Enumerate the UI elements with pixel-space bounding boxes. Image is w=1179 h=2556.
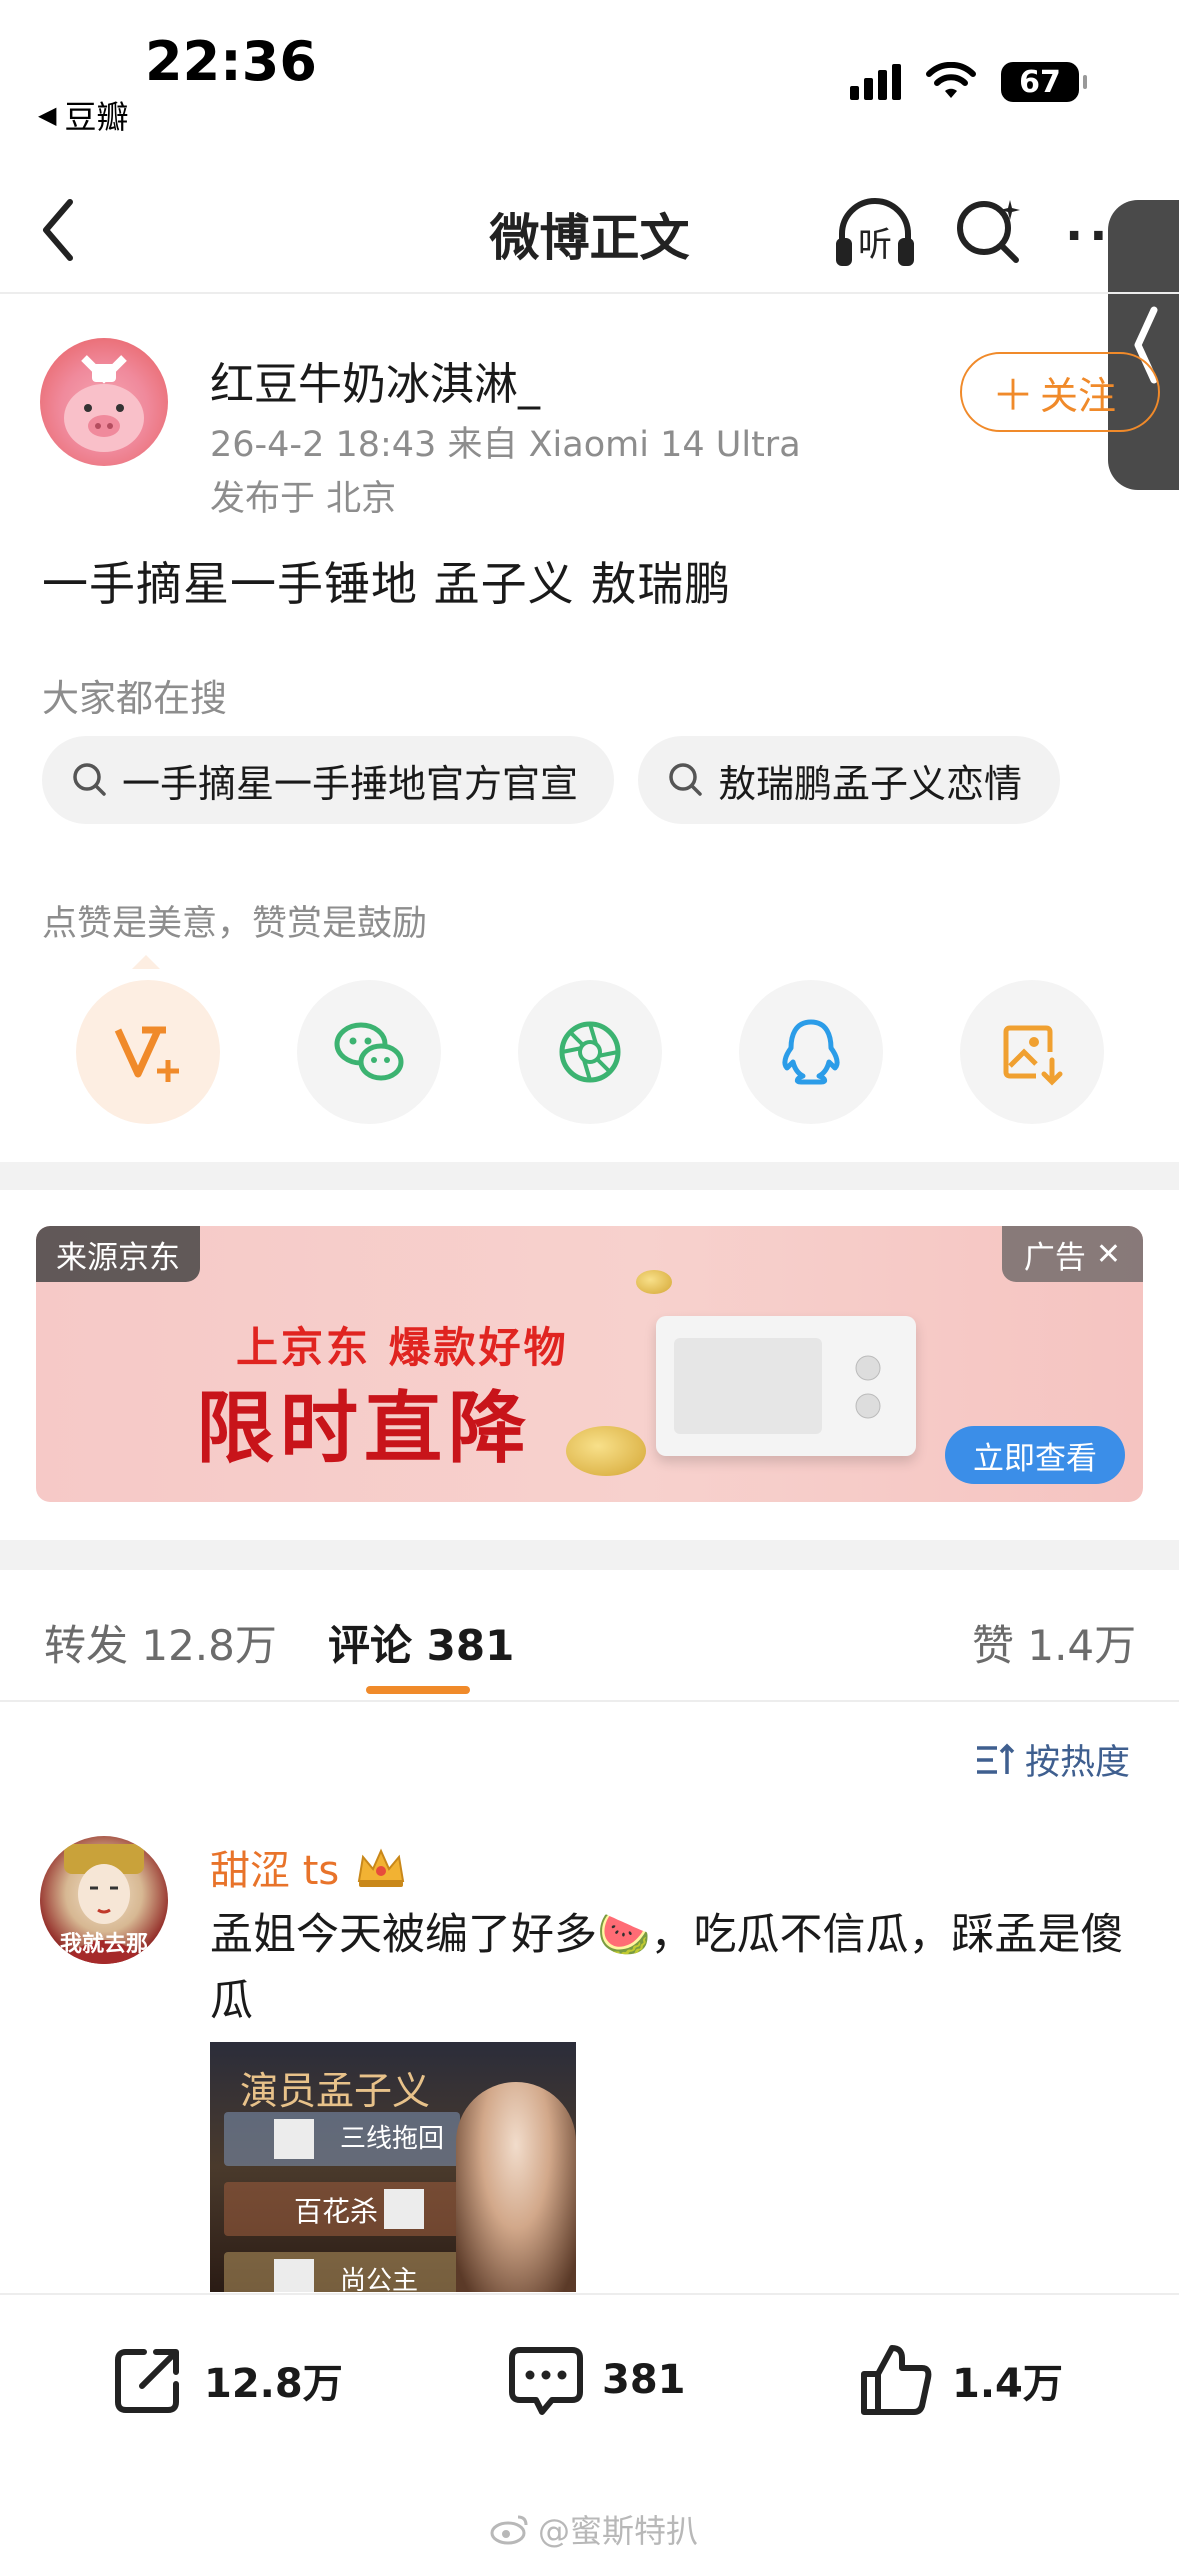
wifi-icon	[926, 62, 976, 98]
reward-v-plus-icon	[114, 1026, 179, 1082]
like-button[interactable]: 1.4万	[856, 2340, 1063, 2420]
repost-button[interactable]: 12.8万	[108, 2340, 343, 2420]
image-drama-strip: 三线拖回	[224, 2112, 460, 2166]
drama-title: 尚公主	[340, 2266, 419, 2292]
close-icon[interactable]: ✕	[1096, 1237, 1121, 1272]
weibo-logo-icon	[490, 2515, 528, 2545]
post-location: 发布于 北京	[210, 479, 397, 519]
comment-text: 孟姐今天被编了好多🍉，吃瓜不信瓜，踩孟是傻瓜	[210, 1910, 1124, 2026]
gold-coin-image	[636, 1270, 672, 1294]
back-triangle-icon: ◀	[38, 101, 57, 129]
reward-label: 点赞是美意，赞赏是鼓励	[42, 904, 428, 944]
tab-divider	[0, 1700, 1179, 1702]
comment-image[interactable]: 演员孟子义 三线拖回 百花杀 尚公主	[210, 2042, 576, 2292]
post-text: 一手摘星一手锤地 孟子义 敖瑞鹏	[42, 557, 732, 611]
reward-button[interactable]	[76, 980, 220, 1124]
active-tab-indicator	[366, 1686, 470, 1694]
wechat-icon	[334, 1022, 404, 1081]
like-count: 1.4万	[952, 2361, 1063, 2407]
chevron-left-icon	[1134, 306, 1158, 384]
share-moments-button[interactable]	[518, 980, 662, 1124]
actress-photo	[456, 2082, 576, 2292]
commenter-name[interactable]: 甜涩 ts	[210, 1838, 409, 1896]
search-icon[interactable]	[950, 190, 1030, 270]
tab-likes[interactable]: 赞 1.4万	[972, 1612, 1136, 1673]
qr-code-image	[274, 2259, 314, 2292]
post-meta: 26-4-2 18:43 来自 Xiaomi 14 Ultra	[210, 425, 801, 465]
battery-icon: 67	[1001, 62, 1087, 102]
comment-count: 381	[602, 2357, 686, 2403]
nav-divider	[0, 292, 1179, 294]
ad-banner[interactable]: 上京东 爆款好物 限时直降 来源京东 广告 ✕ 立即查看	[36, 1226, 1143, 1502]
qr-code-image	[274, 2119, 314, 2159]
section-separator	[0, 1162, 1179, 1190]
headphones-icon: 听	[836, 198, 914, 266]
reward-pointer	[132, 955, 160, 969]
moments-icon	[559, 1021, 621, 1083]
section-separator	[0, 1540, 1179, 1570]
thumbs-up-icon	[861, 2345, 932, 2415]
watermark-text: @蜜斯特扒	[538, 2512, 699, 2550]
sort-by-hot-button[interactable]: 按热度	[975, 1734, 1130, 1785]
image-drama-strip: 尚公主	[224, 2252, 460, 2292]
microwave-control-panel	[840, 1338, 896, 1434]
plus-icon: ＋	[992, 370, 1035, 420]
tab-repost[interactable]: 转发 12.8万	[44, 1612, 277, 1673]
pig-avatar-image	[64, 355, 144, 452]
watermark: @蜜斯特扒	[490, 2506, 698, 2552]
drama-title: 三线拖回	[340, 2124, 445, 2154]
comment-image-title: 演员孟子义	[240, 2069, 431, 2113]
save-image-button[interactable]	[960, 980, 1104, 1124]
share-arrow-icon	[115, 2349, 179, 2413]
ad-main-text: 限时直降	[196, 1384, 533, 1474]
sort-icon	[977, 1743, 1015, 1774]
trending-search-text: 一手摘星一手捶地官方官宣	[122, 761, 579, 806]
gold-coin-image	[566, 1426, 646, 1476]
share-wechat-button[interactable]	[297, 980, 441, 1124]
tab-comments[interactable]: 评论 381	[328, 1612, 514, 1673]
trending-search-text: 敖瑞鹏孟子义恋情	[718, 761, 1023, 806]
listen-button[interactable]: 听	[830, 188, 920, 278]
follow-label: 关注	[1040, 373, 1117, 418]
crown-badge-icon	[358, 1848, 405, 1887]
comment-bubble-icon	[509, 2347, 583, 2415]
microwave-window	[674, 1338, 822, 1434]
search-icon	[73, 763, 106, 796]
side-drawer-handle[interactable]	[1108, 200, 1179, 490]
save-image-icon	[1003, 1025, 1063, 1086]
ad-tag-label: 广告	[1023, 1239, 1086, 1276]
search-icon	[669, 763, 702, 796]
ad-close-tag[interactable]: 广告 ✕	[1001, 1226, 1143, 1282]
trending-search-label: 大家都在搜	[42, 677, 227, 720]
commenter-name-text: 甜涩 ts	[210, 1848, 340, 1894]
share-qq-button[interactable]	[739, 980, 883, 1124]
author-avatar[interactable]	[40, 338, 168, 466]
ad-source-label: 来源京东	[36, 1226, 200, 1282]
status-time: 22:36	[145, 30, 317, 93]
qq-icon	[782, 1019, 840, 1085]
more-options-icon[interactable]: ··	[1065, 208, 1113, 264]
drama-title: 百花杀	[294, 2195, 379, 2228]
microwave-image	[656, 1316, 916, 1456]
comment-button[interactable]: 381	[506, 2340, 686, 2420]
avatar-caption: 我就去那	[59, 1932, 148, 1957]
qr-code-image	[384, 2189, 424, 2229]
cellular-signal-icon	[850, 64, 901, 100]
status-indicators: 67	[850, 62, 1087, 102]
follow-button[interactable]: ＋ 关注	[960, 352, 1160, 432]
listen-label: 听	[858, 225, 892, 265]
repost-count: 12.8万	[204, 2361, 343, 2407]
sort-label: 按热度	[1025, 1743, 1131, 1783]
back-app-label: 豆瓣	[64, 98, 129, 136]
trending-search-chip[interactable]: 敖瑞鹏孟子义恋情	[638, 736, 1060, 824]
commenter-avatar[interactable]: 我就去那	[40, 1836, 168, 1964]
author-name[interactable]: 红豆牛奶冰淇淋_	[210, 348, 540, 412]
back-to-app[interactable]: ◀ 豆瓣	[38, 92, 128, 138]
ad-view-now-button[interactable]: 立即查看	[945, 1426, 1125, 1484]
trending-search-chip[interactable]: 一手摘星一手捶地官方官宣	[42, 736, 614, 824]
image-drama-strip: 百花杀	[224, 2182, 460, 2236]
